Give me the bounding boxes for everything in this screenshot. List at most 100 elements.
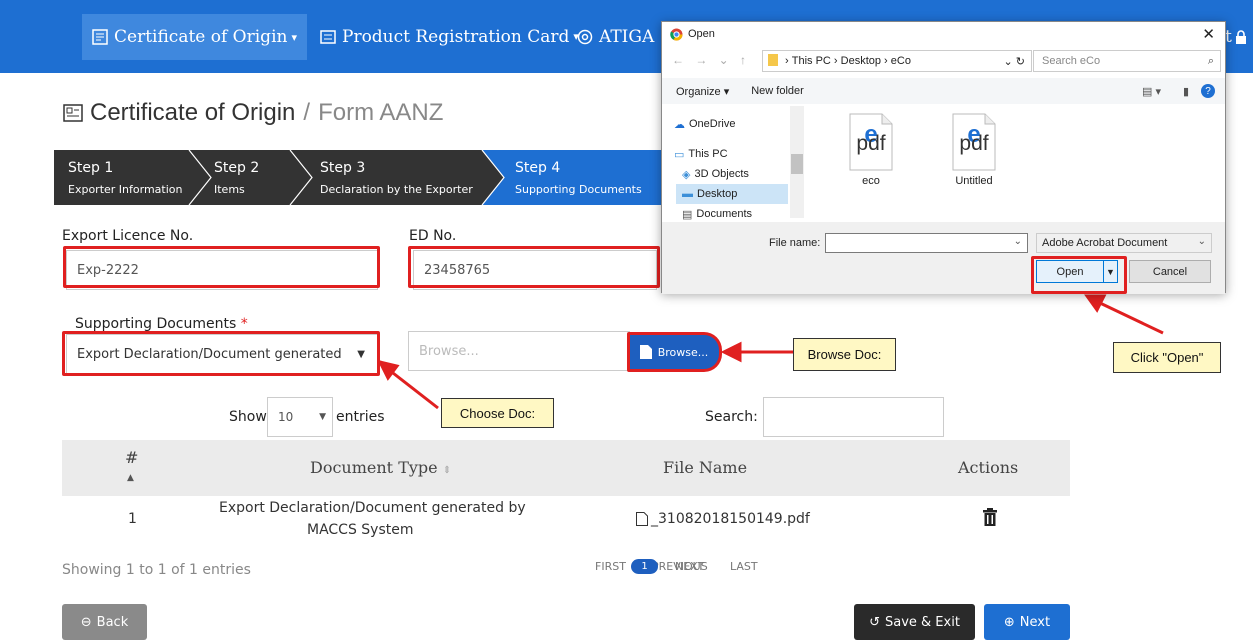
steps-background [54, 150, 664, 205]
callout-browse-doc: Browse Doc: [793, 338, 896, 371]
at-icon [577, 29, 593, 44]
supporting-documents-label: Supporting Documents * [75, 316, 248, 332]
caret-down-icon: ▾ [291, 30, 297, 44]
view-options-icon[interactable]: ▤ ▾ [1142, 85, 1161, 98]
tree-scrollbar[interactable] [790, 106, 804, 218]
pager-next[interactable]: NEXT [675, 560, 704, 573]
page-title-sub: Form AANZ [318, 99, 444, 126]
tree-label: This PC [688, 148, 728, 160]
search-input[interactable] [763, 397, 944, 437]
row-file-name[interactable]: _31082018150149.pdf [636, 511, 810, 527]
file-type-value: Adobe Acrobat Document [1042, 237, 1168, 249]
pager-last[interactable]: LAST [730, 560, 758, 573]
dialog-titlebar: Open ✕ [662, 22, 1225, 46]
row-document-type-line1: Export Declaration/Document generated by [219, 500, 526, 516]
cancel-button[interactable]: Cancel [1129, 260, 1211, 283]
path-desktop[interactable]: Desktop [841, 55, 881, 67]
path-eco[interactable]: eCo [891, 55, 911, 67]
step-title: Step 1 [68, 160, 114, 176]
lock-icon [1235, 29, 1246, 44]
cube-icon: ◈ [682, 168, 691, 181]
close-icon[interactable]: ✕ [1202, 25, 1215, 43]
dialog-footer: File name: ⌄ Adobe Acrobat Document ⌄ Op… [662, 222, 1225, 294]
file-name-text: _31082018150149.pdf [651, 511, 810, 527]
computer-icon: ▭ [674, 148, 685, 161]
document-icon: ▤ [682, 208, 693, 221]
sort-icon: ⇕ [442, 465, 452, 476]
tree-onedrive[interactable]: ☁ OneDrive [674, 114, 735, 134]
desktop-icon: ▬ [682, 188, 693, 200]
highlight-box [63, 246, 380, 288]
cloud-icon: ☁ [674, 118, 685, 131]
file-item-eco[interactable]: e pdf eco [831, 112, 911, 187]
certificate-icon [92, 29, 108, 45]
column-header-file-name[interactable]: File Name [663, 458, 747, 477]
dialog-search-placeholder: Search eCo [1042, 55, 1101, 67]
arrow-right-icon: ⊕ [1003, 614, 1015, 630]
next-button[interactable]: ⊕ Next [984, 604, 1070, 640]
row-document-type-line2: MACCS System [307, 522, 414, 538]
nav-product-registration-card[interactable]: Product Registration Card ▾ [320, 0, 579, 73]
step-subtitle: Exporter Information [68, 183, 183, 196]
required-mark: * [240, 316, 248, 332]
refresh-icon[interactable]: ⌄ ↻ [1004, 55, 1026, 68]
nav-item-label: ATIGA [599, 26, 655, 47]
tree-label: Desktop [697, 188, 738, 200]
pager-current-page[interactable]: 1 [631, 559, 658, 574]
table-header [62, 440, 1070, 496]
help-icon[interactable]: ? [1201, 84, 1215, 98]
file-name-label: eco [862, 175, 880, 187]
pager-first[interactable]: FIRST [595, 560, 626, 573]
nav-user[interactable]: t [1225, 0, 1253, 73]
nav-arrows-icon[interactable]: ← → ⌄ ↑ [672, 53, 750, 67]
nav-item-label: Product Registration Card [342, 26, 570, 47]
folder-icon [768, 54, 778, 66]
chrome-icon [670, 28, 683, 41]
highlight-box [62, 331, 380, 376]
tree-desktop[interactable]: ▬ Desktop [676, 184, 788, 204]
nav-certificate-of-origin[interactable]: Certificate of Origin ▾ [82, 14, 307, 60]
save-exit-button-label: Save & Exit [884, 614, 960, 630]
column-header-document-type[interactable]: Document Type ⇕ [310, 458, 451, 477]
path-chevron: › [830, 55, 841, 67]
file-item-untitled[interactable]: e pdf Untitled [934, 112, 1014, 187]
open-file-dialog: Open ✕ ← → ⌄ ↑ › This PC › Desktop › eCo… [661, 21, 1226, 294]
save-exit-button[interactable]: ↺ Save & Exit [854, 604, 975, 640]
column-header-actions: Actions [958, 458, 1019, 477]
scrollbar-thumb[interactable] [791, 154, 803, 174]
dialog-toolbar: Organize ▾ New folder ▤ ▾ ▮ ? [662, 78, 1225, 104]
trash-icon[interactable] [982, 508, 998, 526]
step-subtitle: Items [214, 183, 245, 196]
path-this-pc[interactable]: This PC [792, 55, 831, 67]
file-name-input[interactable]: ⌄ [825, 233, 1028, 253]
address-bar[interactable]: › This PC › Desktop › eCo ⌄ ↻ [762, 50, 1032, 72]
tree-this-pc[interactable]: ▭ This PC [674, 144, 728, 164]
chevron-down-icon: ⌄ [1197, 236, 1206, 247]
tree-label: Documents [696, 208, 753, 220]
path-chevron: › [881, 55, 891, 67]
tree-3d-objects[interactable]: ◈ 3D Objects [682, 164, 749, 184]
file-type-select[interactable]: Adobe Acrobat Document ⌄ [1036, 233, 1212, 253]
organize-label: Organize [676, 85, 721, 98]
organize-menu[interactable]: Organize ▾ [676, 85, 729, 98]
nav-user-label: t [1225, 26, 1232, 47]
ed-number-label: ED No. [409, 228, 457, 244]
search-label: Search: [705, 409, 758, 425]
highlight-box [627, 332, 722, 372]
new-folder-button[interactable]: New folder [751, 85, 804, 97]
table-info: Showing 1 to 1 of 1 entries [62, 562, 251, 578]
dialog-search[interactable]: Search eCo ⌕ [1033, 50, 1221, 72]
nav-item-label: Certificate of Origin [114, 27, 288, 47]
browse-field[interactable]: Browse... [408, 331, 630, 371]
preview-pane-icon[interactable]: ▮ [1183, 85, 1189, 98]
back-button[interactable]: ⊖ Back [62, 604, 147, 640]
tree-documents[interactable]: ▤ Documents [682, 204, 752, 224]
nav-atiga[interactable]: ATIGA [577, 0, 654, 73]
next-button-label: Next [1019, 614, 1051, 630]
step-title: Step 4 [515, 160, 561, 176]
highlight-box [1031, 256, 1127, 294]
entries-select[interactable]: 10 ▼ [267, 397, 333, 437]
title-separator: / [303, 99, 311, 126]
highlight-box [408, 246, 660, 288]
column-header-number[interactable]: # [125, 448, 138, 467]
